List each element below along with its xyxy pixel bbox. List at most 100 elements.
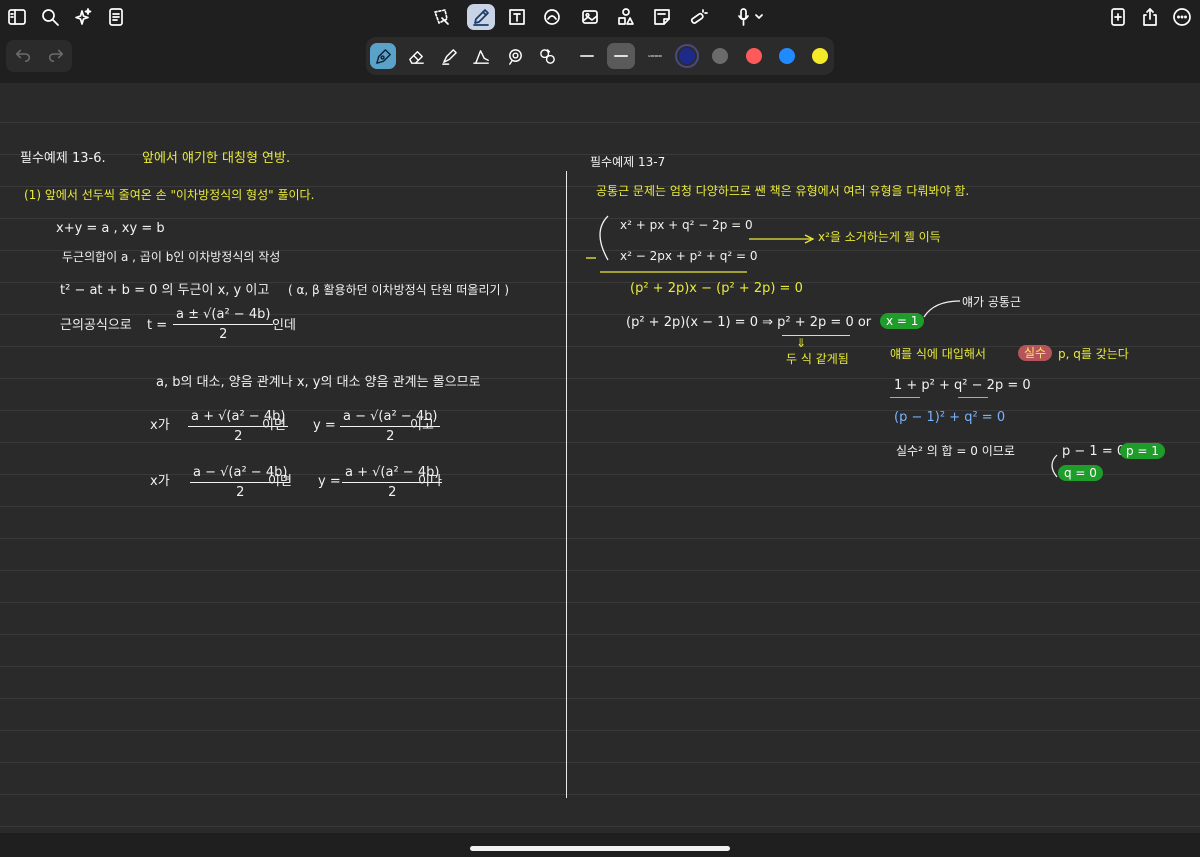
left-case1-y: y = (313, 418, 336, 433)
ruled-line (0, 762, 1200, 763)
left-formula-prefix: 근의공식으로 (60, 318, 132, 333)
right-factored-eq: (p² + 2p)(x − 1) = 0 ⇒ p² + 2p = 0 or (626, 315, 872, 330)
down-arrow-icon: ⇓ (796, 336, 807, 350)
top-navigation-bar (0, 0, 1200, 33)
elements-icon[interactable] (613, 4, 639, 30)
ruled-line (0, 794, 1200, 795)
left-formula-fraction: a ± √(a² − 4b) 2 (173, 307, 274, 342)
redo-icon[interactable] (47, 45, 65, 67)
left-formula-denominator: 2 (219, 327, 228, 342)
left-case1-prefix: x가 (150, 418, 170, 433)
ruled-line (0, 698, 1200, 699)
right-intro: 공통근 문제는 엄청 다양하므로 쌘 책은 유형에서 여러 유형을 다뤄봐야 함… (596, 184, 970, 198)
textbox-icon[interactable] (504, 4, 530, 30)
left-case2-y: y = (318, 474, 341, 489)
underline (958, 397, 988, 398)
right-eq-expanded: 1 + p² + q² − 2p = 0 (894, 378, 1031, 393)
note-page[interactable]: 필수예제 13-6. 앞에서 얘기한 대칭형 연방. (1) 앞에서 선두씩 줄… (0, 83, 1200, 833)
fountain-pen-icon[interactable] (370, 43, 396, 69)
shapes-icon[interactable] (539, 4, 565, 30)
image-icon[interactable] (577, 4, 603, 30)
ruled-line (0, 730, 1200, 731)
ruled-line (0, 538, 1200, 539)
highlighter-icon[interactable] (436, 43, 462, 69)
left-line-quadratic-forming: 두근의합이 a , 곱이 b인 이차방정식의 작성 (62, 250, 281, 264)
ruled-line (0, 442, 1200, 443)
ruled-line (0, 474, 1200, 475)
underline (890, 397, 920, 398)
bottom-bar (0, 833, 1200, 857)
ruled-line (0, 826, 1200, 827)
left-case1-x-denominator: 2 (234, 429, 243, 444)
stroke-dotted-option[interactable] (648, 55, 662, 57)
home-indicator[interactable] (470, 846, 730, 851)
right-eq-completed-square: (p − 1)² + q² = 0 (894, 410, 1006, 425)
column-divider (566, 171, 567, 798)
left-case2-x-denominator: 2 (236, 485, 245, 500)
ruled-line (0, 410, 1200, 411)
left-step-1: (1) 앞에서 선두씩 줄여온 손 "이차방정식의 형성" 풀이다. (24, 188, 315, 202)
undo-icon[interactable] (14, 45, 32, 67)
stroke-medium-option[interactable] (607, 43, 635, 69)
left-equation-t: t² − at + b = 0 의 두근이 x, y 이고 (60, 283, 270, 298)
stroke-thin-option[interactable] (580, 55, 594, 57)
pen-icon[interactable] (467, 4, 495, 30)
underline (782, 335, 850, 336)
left-equation-t-note: ( α, β 활용하던 이차방정식 단원 떠올리기 ) (288, 283, 510, 297)
color-swatch-blue[interactable] (779, 48, 795, 64)
right-problem-title: 필수예제 13-7 (590, 155, 666, 169)
laser-tool-icon[interactable] (534, 43, 560, 69)
undo-redo-group (6, 40, 72, 72)
left-case2-y-denominator: 2 (388, 485, 397, 500)
right-substitute-text: 얘를 식에 대입해서 (890, 347, 986, 361)
color-swatch-yellow[interactable] (812, 48, 828, 64)
sidebar-icon[interactable] (4, 4, 30, 30)
left-case1-mid: 이면 (262, 418, 286, 433)
microphone-icon[interactable] (731, 4, 769, 30)
left-line-sum-product: x+y = a , xy = b (56, 221, 165, 236)
left-formula-numerator: a ± √(a² − 4b) (173, 307, 274, 325)
left-case1-y-denominator: 2 (386, 429, 395, 444)
ruled-line (0, 666, 1200, 667)
left-problem-title: 필수예제 13-6. (20, 151, 106, 166)
lasso-tool-icon[interactable] (502, 43, 528, 69)
eraser-icon[interactable] (403, 43, 429, 69)
color-swatch-gray[interactable] (712, 48, 728, 64)
sticky-note-icon[interactable] (649, 4, 675, 30)
left-order-note: a, b의 대소, 양음 관계나 x, y의 대소 양음 관계는 몰으므로 (156, 375, 481, 390)
ruled-line (0, 602, 1200, 603)
right-system-eq-1: x² + px + q² − 2p = 0 (620, 218, 753, 232)
color-swatch-navy[interactable] (679, 48, 695, 64)
right-real-highlight: 실수 (1018, 345, 1053, 361)
yellow-arrow (749, 234, 815, 244)
right-sum-text: 실수² 의 합 = 0 이므로 (896, 444, 1015, 458)
search-icon[interactable] (37, 4, 63, 30)
lasso-icon[interactable] (428, 4, 454, 30)
right-common-root-note: 얘가 공통근 (962, 295, 1022, 309)
right-q-result-highlight: q = 0 (1058, 465, 1103, 481)
left-case2-mid: 이면 (268, 474, 292, 489)
ruled-line (0, 122, 1200, 123)
tool-row (0, 33, 1200, 83)
document-icon[interactable] (103, 4, 129, 30)
laser-icon[interactable] (685, 4, 711, 30)
pen-tool-panel (366, 37, 834, 75)
share-icon[interactable] (1137, 4, 1163, 30)
shape-tool-icon[interactable] (468, 43, 494, 69)
left-case2-prefix: x가 (150, 474, 170, 489)
left-case2-suffix: 이다 (418, 474, 442, 489)
right-system-eq-2: x² − 2px + p² + q² = 0 (620, 249, 758, 263)
left-case1-suffix: 이고 (410, 418, 434, 433)
right-p-result-highlight: p = 1 (1120, 443, 1165, 459)
right-same-equation-note: 두 식 같게됨 (786, 352, 849, 366)
more-icon[interactable] (1169, 4, 1195, 30)
sparkle-icon[interactable] (70, 4, 96, 30)
left-formula-suffix: 인데 (272, 318, 296, 333)
color-swatch-red[interactable] (746, 48, 762, 64)
right-common-root-highlight: x = 1 (880, 313, 925, 329)
right-subtracted-eq: (p² + 2p)x − (p² + 2p) = 0 (630, 281, 803, 296)
add-page-icon[interactable] (1105, 4, 1131, 30)
right-substitute-end: p, q를 갖는다 (1058, 347, 1129, 361)
right-arrow-note: x²을 소거하는게 젤 이득 (818, 230, 941, 244)
left-formula-t: t = (147, 318, 168, 333)
